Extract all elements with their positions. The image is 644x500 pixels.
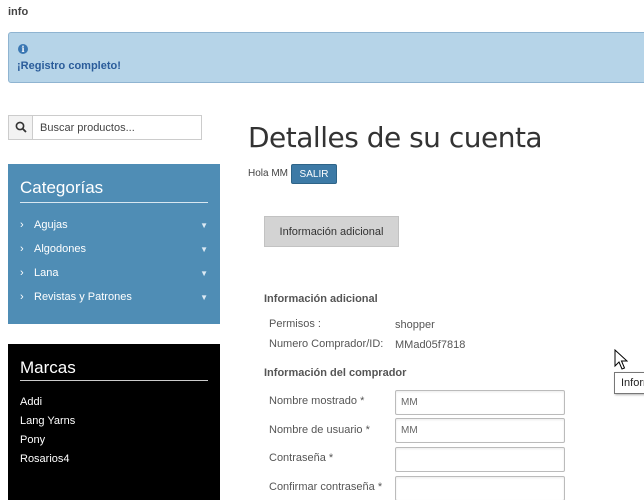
- categories-panel: Categorías › Agujas ▼ › Algodones ▼ › La…: [8, 164, 220, 324]
- brand-item-pony[interactable]: Pony: [20, 434, 45, 446]
- category-item-revistas[interactable]: › Revistas y Patrones ▼: [20, 288, 208, 308]
- chevron-right-icon: ›: [20, 243, 24, 255]
- section-heading-info: Información adicional: [264, 293, 378, 305]
- brand-item-rosarios4[interactable]: Rosarios4: [20, 453, 70, 465]
- permissions-label: Permisos :: [269, 318, 321, 330]
- search-icon: [15, 121, 27, 133]
- category-label: Lana: [34, 267, 59, 279]
- category-label: Algodones: [34, 243, 86, 255]
- chevron-right-icon: ›: [20, 291, 24, 303]
- confirm-password-label: Confirmar contraseña *: [269, 481, 383, 493]
- logout-button[interactable]: SALIR: [291, 164, 337, 184]
- search-box: [8, 115, 202, 140]
- arrow-down-icon[interactable]: ▼: [200, 221, 208, 230]
- arrow-down-icon[interactable]: ▼: [200, 269, 208, 278]
- brands-title: Marcas: [20, 358, 76, 377]
- brand-item-lang-yarns[interactable]: Lang Yarns: [20, 415, 75, 427]
- chevron-right-icon: ›: [20, 219, 24, 231]
- brands-panel: Marcas Addi Lang Yarns Pony Rosarios4: [8, 344, 220, 500]
- divider: [20, 202, 208, 203]
- username-label: Nombre de usuario *: [269, 424, 370, 436]
- tooltip: Inform: [614, 372, 644, 394]
- category-item-lana[interactable]: › Lana ▼: [20, 264, 208, 284]
- mouse-cursor-icon: [614, 349, 628, 370]
- arrow-down-icon[interactable]: ▼: [200, 245, 208, 254]
- category-item-agujas[interactable]: › Agujas ▼: [20, 216, 208, 236]
- password-label: Contraseña *: [269, 452, 334, 464]
- chevron-right-icon: ›: [20, 267, 24, 279]
- confirm-password-field[interactable]: [395, 476, 565, 500]
- display-name-field[interactable]: [395, 390, 565, 415]
- category-label: Agujas: [34, 219, 68, 231]
- page-title: Detalles de su cuenta: [248, 121, 543, 154]
- category-item-algodones[interactable]: › Algodones ▼: [20, 240, 208, 260]
- categories-title: Categorías: [20, 178, 104, 197]
- info-label: info: [8, 6, 29, 18]
- alert-message: ¡Registro completo!: [17, 60, 121, 72]
- search-input[interactable]: [34, 116, 201, 139]
- section-heading-buyer: Información del comprador: [264, 367, 407, 379]
- greeting-text: Hola MM: [248, 168, 289, 179]
- display-name-label: Nombre mostrado *: [269, 395, 365, 407]
- username-field[interactable]: [395, 418, 565, 443]
- tab-informacion-adicional[interactable]: Información adicional: [264, 216, 399, 247]
- buyer-id-value: MMad05f7818: [395, 339, 466, 351]
- permissions-value: shopper: [395, 319, 435, 331]
- success-alert: i ¡Registro completo!: [8, 32, 644, 83]
- buyer-id-label: Numero Comprador/ID:: [269, 338, 384, 350]
- info-icon: i: [18, 44, 28, 54]
- divider: [20, 380, 208, 381]
- password-field[interactable]: [395, 447, 565, 472]
- category-label: Revistas y Patrones: [34, 291, 132, 303]
- brand-item-addi[interactable]: Addi: [20, 396, 42, 408]
- arrow-down-icon[interactable]: ▼: [200, 293, 208, 302]
- search-button[interactable]: [9, 116, 33, 139]
